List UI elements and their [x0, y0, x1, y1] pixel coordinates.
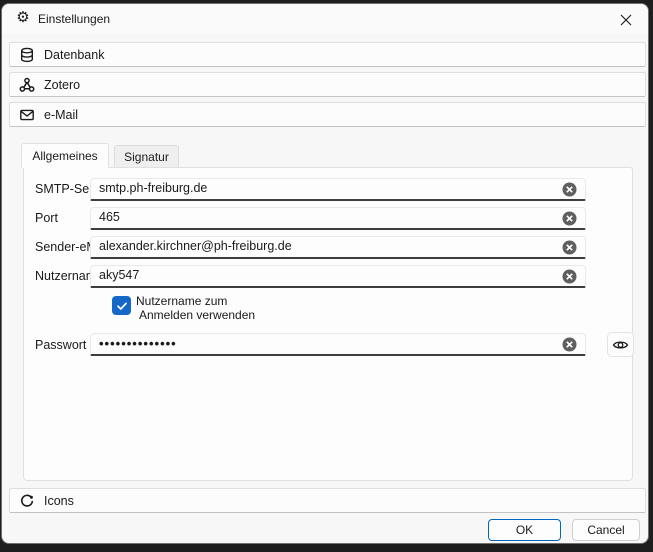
clear-password-icon[interactable] [562, 337, 577, 352]
close-icon[interactable] [617, 11, 635, 29]
section-email[interactable]: e-Mail [9, 102, 646, 127]
database-icon [19, 47, 35, 63]
password-label: Passwort [35, 338, 86, 352]
clear-username-icon[interactable] [562, 269, 577, 284]
ok-button-label: OK [516, 523, 533, 537]
section-label-email: e-Mail [44, 108, 78, 122]
zotero-knot-icon [19, 77, 35, 93]
smtp-server-input[interactable] [91, 179, 559, 199]
tab-allgemeines-label: Allgemeines [32, 149, 97, 163]
password-input[interactable] [91, 334, 559, 354]
ok-button[interactable]: OK [488, 519, 561, 541]
section-icons[interactable]: Icons [9, 488, 646, 513]
username-input[interactable] [91, 266, 559, 286]
clear-smtp-icon[interactable] [562, 182, 577, 197]
tab-allgemeines[interactable]: Allgemeines [21, 143, 109, 168]
cancel-button[interactable]: Cancel [572, 519, 640, 541]
window-title: Einstellungen [38, 12, 110, 26]
settings-dialog: ⚙ Einstellungen Datenbank Zotero e-Mail [1, 3, 649, 544]
envelope-icon [19, 107, 35, 123]
smtp-server-field-wrap [90, 178, 586, 201]
password-field-wrap [90, 333, 586, 356]
title-bar: ⚙ Einstellungen [2, 4, 648, 34]
use-username-label-line1: Nutzername zum [136, 294, 227, 308]
cancel-button-label: Cancel [587, 523, 624, 537]
checkmark-icon [116, 300, 128, 312]
section-label-zotero: Zotero [44, 78, 80, 92]
use-username-label-line2: Anmelden verwenden [139, 308, 255, 322]
sender-email-field-wrap [90, 236, 586, 259]
refresh-icon [19, 493, 35, 509]
gear-icon: ⚙ [15, 10, 31, 26]
reveal-password-button[interactable] [607, 332, 634, 357]
section-label-icons: Icons [44, 494, 74, 508]
section-zotero[interactable]: Zotero [9, 72, 646, 97]
tab-signatur[interactable]: Signatur [114, 145, 179, 168]
section-label-datenbank: Datenbank [44, 48, 104, 62]
clear-sender-icon[interactable] [562, 240, 577, 255]
use-username-checkbox[interactable] [112, 296, 131, 315]
tab-pane-allgemeines: SMTP-Server Port Sender-eMail Nutzername [23, 167, 633, 481]
port-label: Port [35, 211, 58, 225]
username-field-wrap [90, 265, 586, 288]
sender-email-input[interactable] [91, 237, 559, 257]
section-datenbank[interactable]: Datenbank [9, 42, 646, 67]
port-field-wrap [90, 207, 586, 230]
clear-port-icon[interactable] [562, 211, 577, 226]
port-input[interactable] [91, 208, 559, 228]
tab-signatur-label: Signatur [124, 150, 169, 164]
eye-icon [612, 338, 629, 352]
